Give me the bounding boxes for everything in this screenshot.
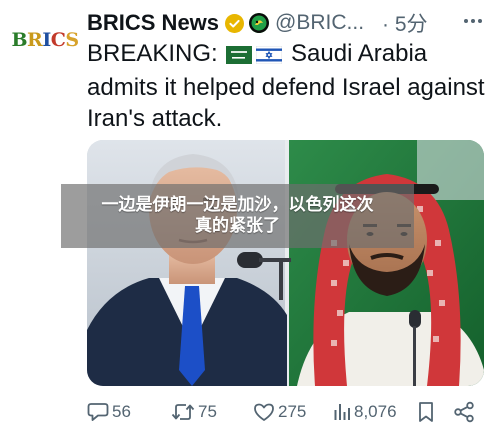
author-name[interactable]: BRICS News [87,10,219,36]
overlay-line-2: 真的紧张了 [195,216,280,236]
heart-icon [253,402,275,422]
like-count: 275 [278,402,307,421]
like-button[interactable]: 275 [253,398,306,426]
author-handle[interactable]: @BRIC... [275,11,364,35]
reply-count: 56 [112,402,131,421]
views-bars-icon [333,402,351,422]
tweet-header: BRICS News @BRIC... · 5分 [87,8,487,38]
reply-button[interactable]: 56 [87,398,131,426]
affiliate-badge-icon[interactable] [249,13,270,33]
action-bar: 56 75 275 8,076 [87,398,484,426]
saudi-arabia-flag-icon [226,41,253,72]
bookmark-button[interactable] [417,398,435,426]
share-icon [453,401,475,423]
more-dots-icon[interactable] [460,8,486,34]
reply-icon [87,402,109,422]
overlay-line-1: 一边是伊朗一边是加沙，以色列这次 [101,195,374,215]
views-count: 8,076 [354,402,397,421]
image-caption-overlay: 一边是伊朗一边是加沙，以色列这次 真的紧张了 [61,184,414,248]
avatar[interactable]: BRICS [11,18,79,62]
bookmark-icon [417,401,435,423]
tweet-image[interactable] [87,140,484,386]
views-button[interactable]: 8,076 [333,398,397,426]
tweet-text-prefix: BREAKING: [87,40,225,67]
repost-icon [171,402,195,422]
timestamp[interactable]: · 5分 [382,8,428,38]
repost-button[interactable]: 75 [171,398,217,426]
israel-flag-icon [255,41,283,72]
tweet-card[interactable]: BRICS BRICS News @BRIC... · 5分 BREAKING:… [0,0,500,433]
repost-count: 75 [198,402,217,421]
verified-badge-icon [225,13,245,33]
tweet-text: BREAKING: Saudi Arabia admits it helped … [87,38,487,134]
share-button[interactable] [453,398,475,426]
avatar-logo-text: BRICS [11,28,79,51]
